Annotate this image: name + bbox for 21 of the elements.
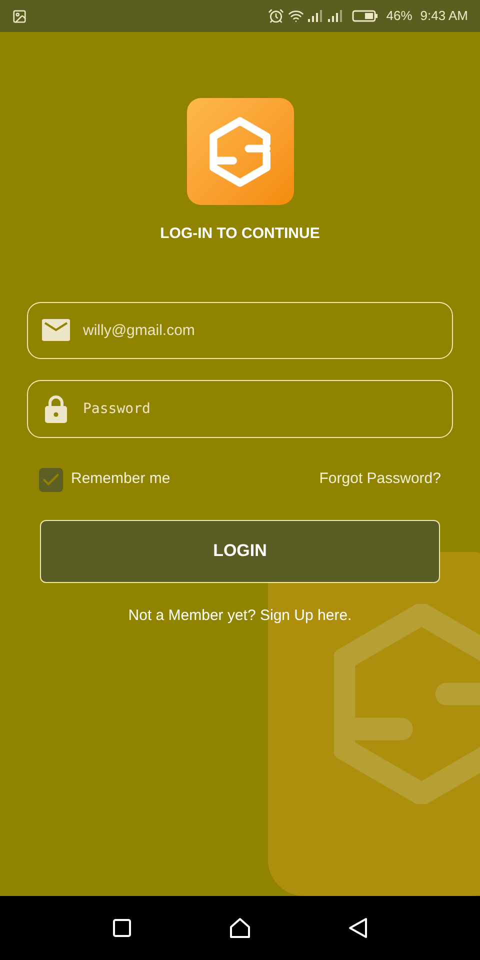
wifi-icon	[288, 8, 304, 24]
forgot-password-link[interactable]: Forgot Password?	[319, 468, 441, 491]
password-field[interactable]: Password	[27, 380, 453, 438]
battery-icon	[352, 10, 378, 22]
signup-link[interactable]: Not a Member yet? Sign Up here.	[128, 604, 352, 627]
mail-icon	[42, 318, 70, 340]
gallery-icon	[12, 8, 27, 24]
signal-icon	[328, 10, 344, 22]
lock-icon	[45, 394, 67, 422]
email-field[interactable]: willy@gmail.com	[27, 302, 453, 358]
back-icon[interactable]	[348, 917, 368, 939]
remember-checkbox[interactable]	[39, 468, 63, 492]
clock: 9:43 AM	[420, 7, 468, 26]
battery-percent: 46%	[386, 7, 412, 26]
home-icon[interactable]	[228, 917, 251, 939]
login-heading: LOG-IN TO CONTINUE	[160, 224, 320, 244]
alarm-icon	[268, 8, 284, 24]
login-button[interactable]: LOGIN	[40, 520, 440, 582]
recent-apps-icon[interactable]	[112, 918, 132, 938]
signal-icon	[308, 10, 324, 22]
remember-label: Remember me	[71, 469, 170, 490]
